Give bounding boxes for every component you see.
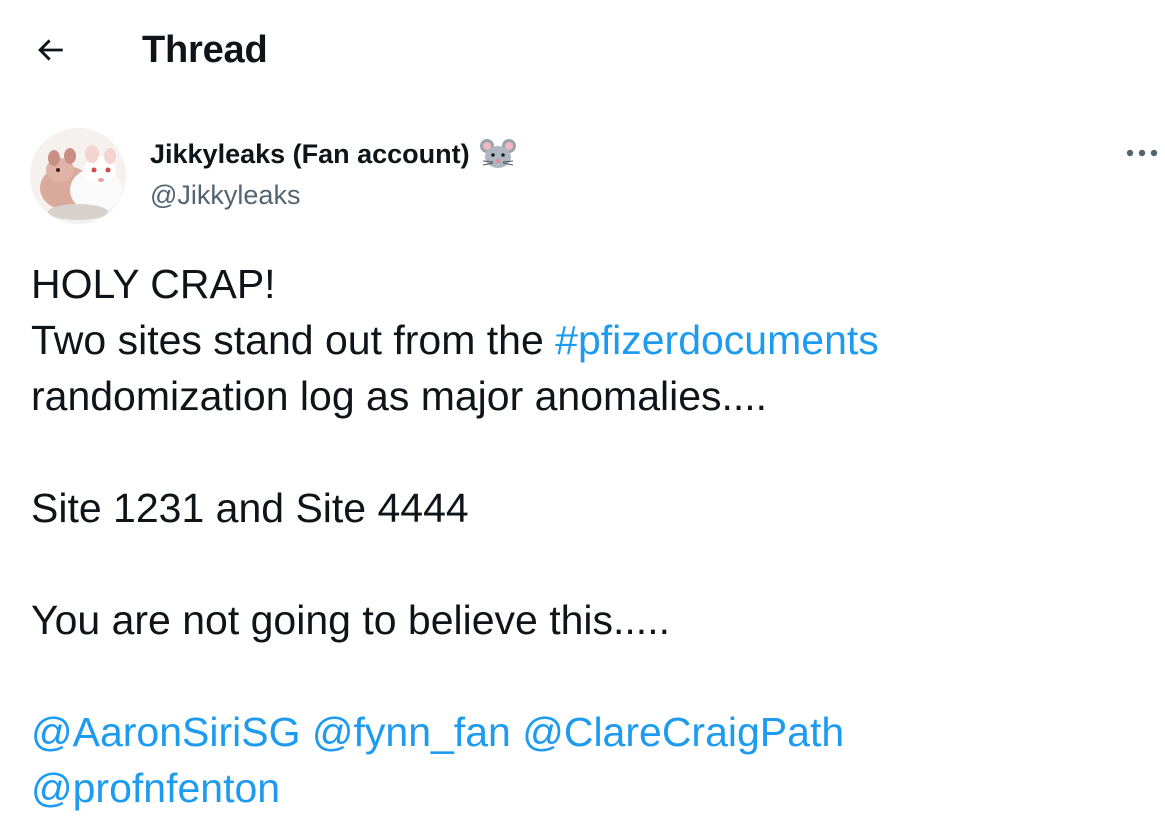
- author-name-row: Jikkyleaks (Fan account): [150, 136, 518, 172]
- thread-header: Thread: [0, 0, 1165, 100]
- back-button[interactable]: [28, 30, 72, 74]
- tweet-line-3: randomization log as major anomalies....: [31, 373, 768, 419]
- mentions-line-1: @AaronSiriSG @fynn_fan @ClareCraigPath: [31, 704, 1141, 760]
- more-horizontal-icon: [1125, 145, 1159, 163]
- mention-link[interactable]: @profnfenton: [31, 765, 280, 811]
- mouse-face-icon: [478, 136, 518, 172]
- tweet-line-4: Site 1231 and Site 4444: [31, 485, 469, 531]
- thread-page: Thread Jikkyleaks (Fan account) @Jikkyle…: [0, 0, 1165, 831]
- mention-link[interactable]: @fynn_fan: [312, 709, 511, 755]
- tweet-line-2: Two sites stand out from the #pfizerdocu…: [31, 312, 1141, 368]
- more-options-button[interactable]: [1120, 136, 1164, 172]
- tweet-line-2-text: Two sites stand out from the: [31, 317, 556, 363]
- mentions-line-2: @profnfenton: [31, 760, 1141, 816]
- author-avatar[interactable]: [30, 128, 126, 224]
- author-handle[interactable]: @Jikkyleaks: [150, 178, 300, 212]
- tweet-text: HOLY CRAP! Two sites stand out from the …: [31, 256, 1141, 816]
- mention-link[interactable]: @ClareCraigPath: [522, 709, 844, 755]
- hashtag-link[interactable]: #pfizerdocuments: [555, 317, 879, 363]
- tweet-line-5: You are not going to believe this.....: [31, 597, 670, 643]
- author-name[interactable]: Jikkyleaks (Fan account): [150, 136, 470, 172]
- page-title: Thread: [142, 29, 268, 71]
- rats-avatar-image: [30, 128, 126, 224]
- arrow-left-icon: [33, 33, 67, 72]
- tweet-line-1: HOLY CRAP!: [31, 261, 276, 307]
- mention-link[interactable]: @AaronSiriSG: [31, 709, 300, 755]
